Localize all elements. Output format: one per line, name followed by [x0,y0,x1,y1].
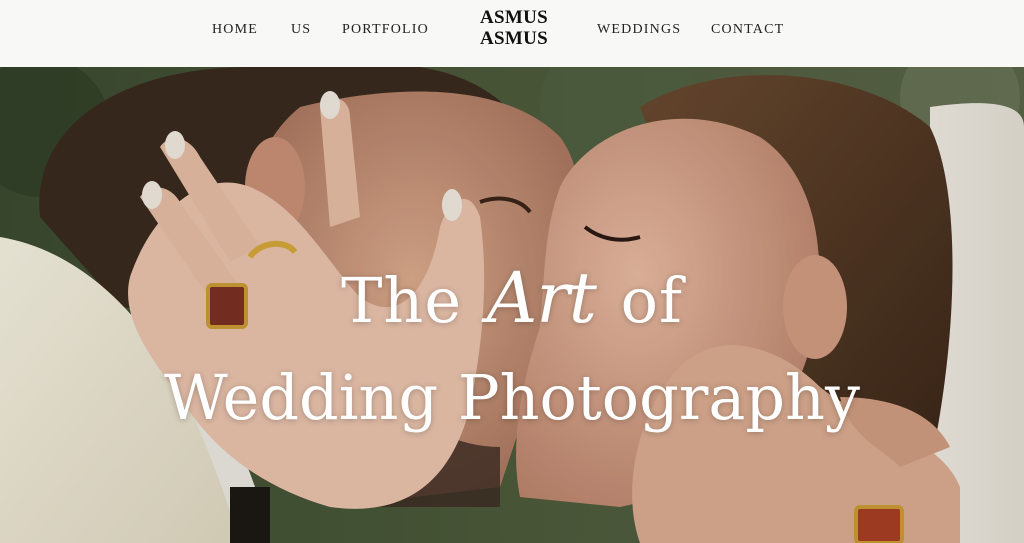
hero-title-art: Art [486,257,597,339]
nav-portfolio-link[interactable]: PORTFOLIO [342,22,429,38]
nav-weddings-link[interactable]: WEDDINGS [597,22,681,38]
hero-title-line-2: Wedding Photography [163,361,861,434]
hero-title-of: of [620,264,683,337]
nav-contact-link[interactable]: CONTACT [711,22,784,38]
page: HOME US PORTFOLIO ASMUS ASMUS WEDDINGS C… [0,0,1024,543]
hero-title-the: The [341,264,463,337]
logo-line-1: ASMUS [479,7,548,28]
site-logo[interactable]: ASMUS ASMUS [476,7,552,49]
logo-line-2: ASMUS [479,28,548,49]
nav-home-link[interactable]: HOME [212,22,258,38]
site-header: HOME US PORTFOLIO ASMUS ASMUS WEDDINGS C… [0,0,1024,67]
hero-section: The Art of Wedding Photography [0,67,1024,543]
nav-us-link[interactable]: US [291,22,311,38]
hero-title-line-1: The Art of [0,262,1024,337]
